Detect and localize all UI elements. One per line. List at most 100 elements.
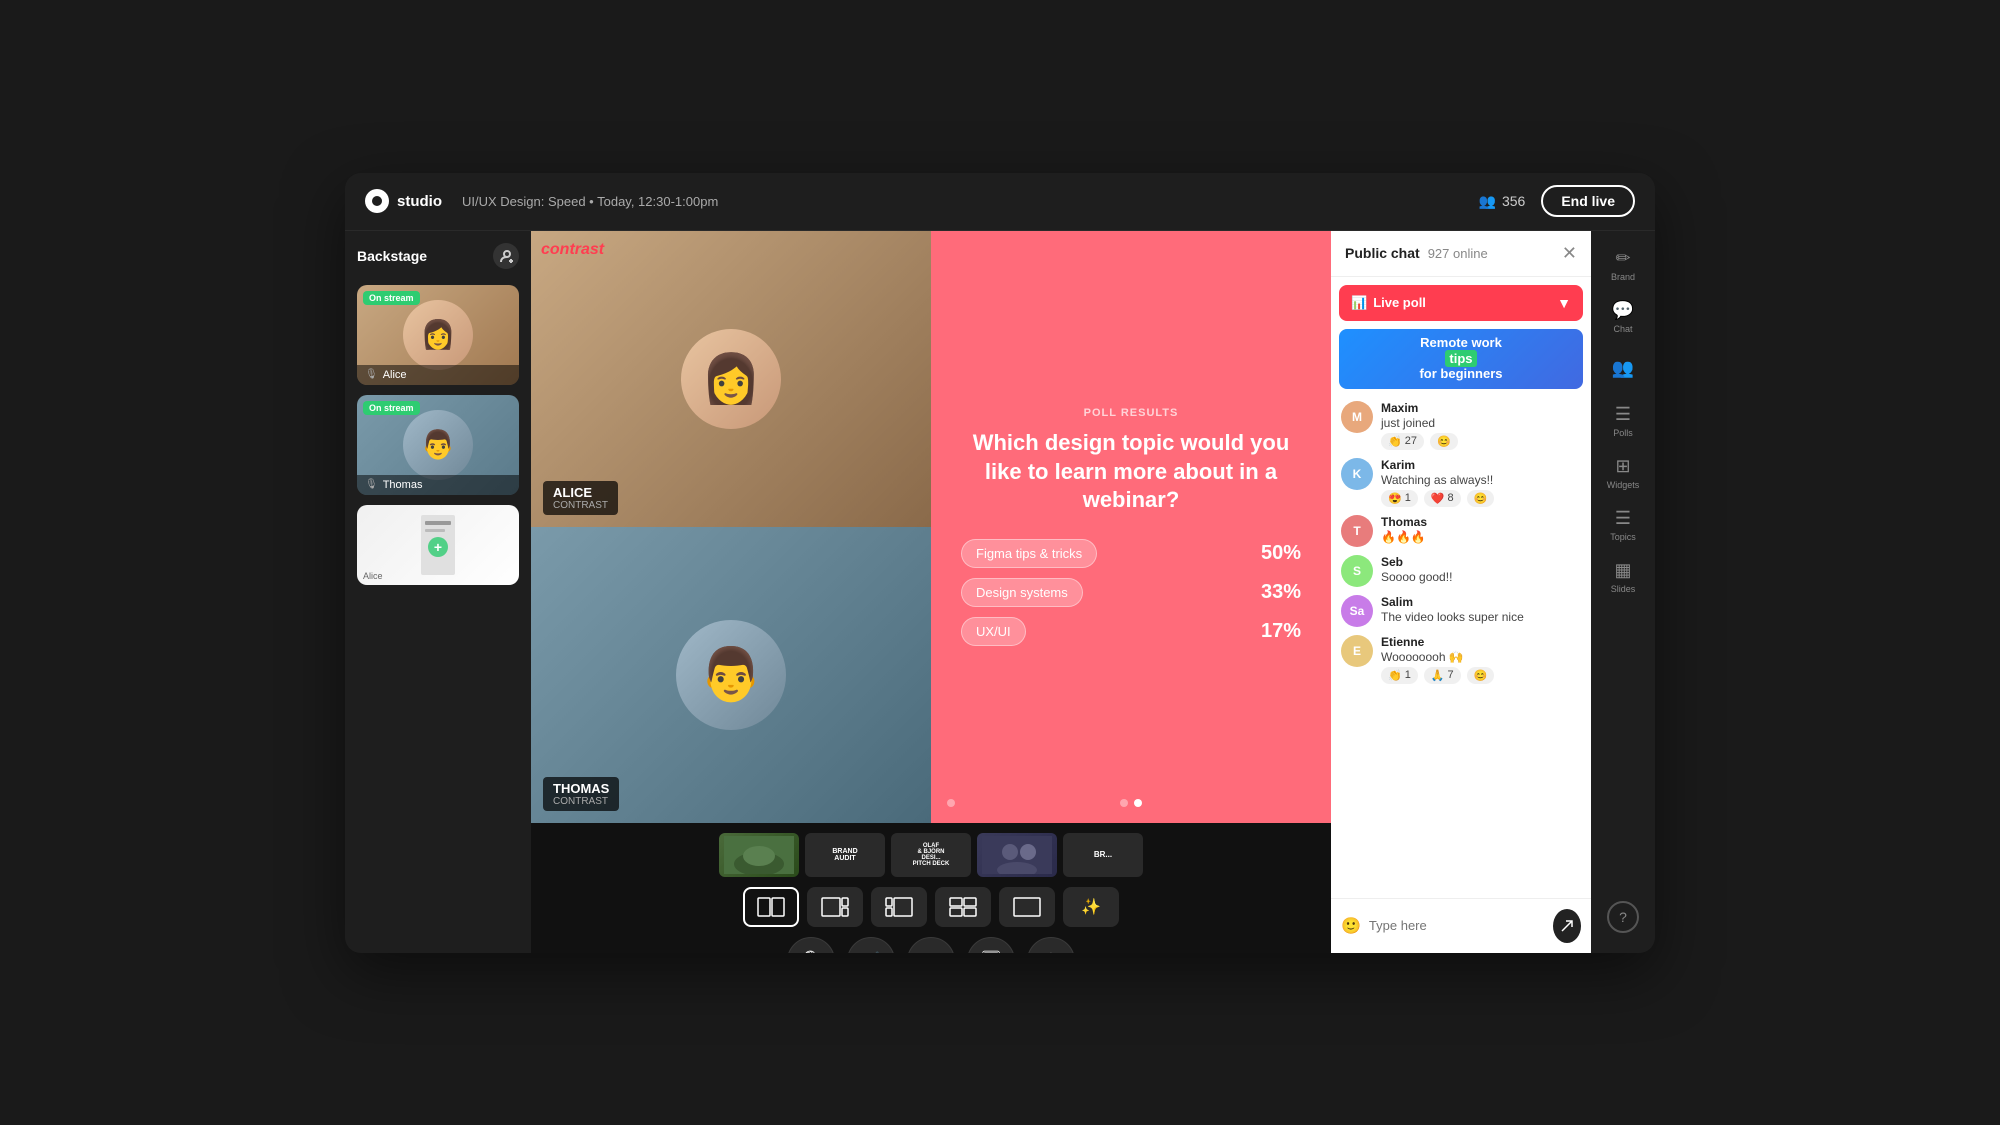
- poll-option-1: Design systems 33%: [961, 578, 1301, 607]
- msg-text-salim: The video looks super nice: [1381, 610, 1581, 624]
- msg-text-etienne: Woooooooh 🙌: [1381, 650, 1581, 664]
- msg-text-karim: Watching as always!!: [1381, 473, 1581, 487]
- polls-icon: ☰: [1615, 404, 1631, 425]
- reaction-smile-karim[interactable]: 😊: [1467, 490, 1495, 507]
- chat-message-salim: Sa Salim The video looks super nice: [1341, 595, 1581, 627]
- settings-button[interactable]: ⚙: [1027, 937, 1075, 953]
- alice-name-label: Alice: [383, 369, 407, 381]
- sidebar-people-button[interactable]: 👥: [1599, 345, 1647, 393]
- sidebar-slides-button[interactable]: ▦ Slides: [1599, 553, 1647, 601]
- live-poll-bar[interactable]: 📊 Live poll ▼: [1339, 285, 1583, 321]
- thumb-pitch[interactable]: OLAF& BJÖRNDESI...PITCH DECK: [891, 833, 971, 877]
- poll-option-pct-2: 17%: [1261, 620, 1301, 643]
- reaction-pray-etienne[interactable]: 🙏 7: [1424, 667, 1461, 684]
- thomas-main-name: THOMAS: [553, 781, 609, 796]
- thomas-name-bar: 🎙 Thomas: [357, 475, 519, 495]
- reaction-clap-maxim[interactable]: 👏 27: [1381, 433, 1424, 450]
- chat-label: Chat: [1613, 324, 1632, 334]
- chat-close-button[interactable]: ✕: [1562, 243, 1577, 264]
- layout-single-button[interactable]: [999, 887, 1055, 927]
- chat-input[interactable]: [1369, 918, 1545, 933]
- layout-magic-button[interactable]: ✨: [1063, 887, 1119, 927]
- msg-content-salim: Salim The video looks super nice: [1381, 595, 1581, 627]
- poll-option-pct-0: 50%: [1261, 542, 1301, 565]
- topics-icon: ☰: [1615, 508, 1631, 529]
- chat-input-area: 🙂: [1331, 898, 1591, 953]
- promo-text: Remote work tips for beginners: [1419, 335, 1502, 382]
- avatar-thomas: T: [1341, 515, 1373, 547]
- persons-button[interactable]: 👥: [907, 937, 955, 953]
- msg-name-seb: Seb: [1381, 555, 1581, 569]
- reaction-smile-maxim[interactable]: 😊: [1430, 433, 1458, 450]
- mic-button[interactable]: 🎙: [787, 937, 835, 953]
- svg-text:+: +: [434, 539, 442, 555]
- thumb-brand-audit[interactable]: BRANDAUDIT: [805, 833, 885, 877]
- right-sidebar: ✏ Brand 💬 Chat 👥 ☰ Polls ⊞ Widgets ☰ Top…: [1591, 231, 1655, 953]
- msg-content-karim: Karim Watching as always!! 😍 1 ❤️ 8 😊: [1381, 458, 1581, 507]
- alice-main-brand: CONTRAST: [553, 500, 608, 511]
- poll-question: Which design topic would you like to lea…: [961, 429, 1301, 515]
- widgets-label: Widgets: [1607, 480, 1640, 490]
- chat-title: Public chat: [1345, 245, 1420, 261]
- help-area: ?: [1607, 901, 1639, 943]
- poll-option-label-0: Figma tips & tricks: [961, 539, 1097, 568]
- sidebar-edit-button[interactable]: ✏ Brand: [1599, 241, 1647, 289]
- send-button[interactable]: [1553, 909, 1581, 943]
- sidebar-polls-button[interactable]: ☰ Polls: [1599, 397, 1647, 445]
- msg-text-seb: Soooo good!!: [1381, 570, 1581, 584]
- camera-button[interactable]: 📹: [847, 937, 895, 953]
- reaction-heart-karim[interactable]: ❤️ 8: [1424, 490, 1461, 507]
- msg-content-maxim: Maxim just joined 👏 27 😊: [1381, 401, 1581, 450]
- alice-main-video: contrast 👩 ALICE CONTRAST: [531, 231, 931, 527]
- layout-grid-button[interactable]: [935, 887, 991, 927]
- promo-highlight: tips: [1445, 350, 1476, 367]
- video-feeds: contrast 👩 ALICE CONTRAST 👨: [531, 231, 931, 823]
- participant-card-alice[interactable]: 👩 On stream 🎙 Alice: [357, 285, 519, 385]
- sidebar-widgets-button[interactable]: ⊞ Widgets: [1599, 449, 1647, 497]
- backstage-title: Backstage: [357, 248, 427, 264]
- thumb-people[interactable]: [977, 833, 1057, 877]
- video-area: contrast 👩 ALICE CONTRAST 👨: [531, 231, 1331, 823]
- thomas-name-tag: THOMAS CONTRAST: [543, 777, 619, 811]
- avatar-salim: Sa: [1341, 595, 1373, 627]
- poll-option-2: UX/UI 17%: [961, 617, 1301, 646]
- chat-message-seb: S Seb Soooo good!!: [1341, 555, 1581, 587]
- msg-name-maxim: Maxim: [1381, 401, 1581, 415]
- dot-left: [947, 799, 955, 807]
- chat-message-thomas: T Thomas 🔥🔥🔥: [1341, 515, 1581, 547]
- layout-right-main-button[interactable]: [871, 887, 927, 927]
- sidebar-topics-button[interactable]: ☰ Topics: [1599, 501, 1647, 549]
- alice-name-tag: ALICE CONTRAST: [543, 481, 618, 515]
- dot-2: [1134, 799, 1142, 807]
- logo-area: studio: [365, 189, 442, 213]
- poll-option-label-2: UX/UI: [961, 617, 1026, 646]
- thomas-main-video: 👨 THOMAS CONTRAST: [531, 527, 931, 823]
- screen-share-button[interactable]: 🖥: [967, 937, 1015, 953]
- chat-message-etienne: E Etienne Woooooooh 🙌 👏 1 🙏 7 😊: [1341, 635, 1581, 684]
- layout-split-button[interactable]: [743, 887, 799, 927]
- layout-left-main-button[interactable]: [807, 887, 863, 927]
- avatar-maxim: M: [1341, 401, 1373, 433]
- msg-name-thomas: Thomas: [1381, 515, 1581, 529]
- msg-name-salim: Salim: [1381, 595, 1581, 609]
- reaction-smile-etienne[interactable]: 😊: [1467, 667, 1495, 684]
- thumb-nature[interactable]: [719, 833, 799, 877]
- backstage-header: Backstage: [357, 243, 519, 269]
- center-stage: contrast 👩 ALICE CONTRAST 👨: [531, 231, 1331, 953]
- thomas-main-brand: CONTRAST: [553, 796, 609, 807]
- chat-bubble-icon: 💬: [1612, 300, 1634, 321]
- end-live-button[interactable]: End live: [1541, 185, 1635, 217]
- slide-card-alice[interactable]: + Alice: [357, 505, 519, 585]
- reaction-heart-eyes-karim[interactable]: 😍 1: [1381, 490, 1418, 507]
- sidebar-chat-button[interactable]: 💬 Chat: [1599, 293, 1647, 341]
- thumb-partial[interactable]: BR...: [1063, 833, 1143, 877]
- header-right: 👥 356 End live: [1479, 185, 1635, 217]
- participant-card-thomas[interactable]: 👨 On stream 🎙 Thomas: [357, 395, 519, 495]
- logo-text: studio: [397, 193, 442, 210]
- live-poll-label-area: 📊 Live poll: [1351, 295, 1426, 311]
- layout-controls: ✨: [743, 887, 1119, 927]
- reaction-clap-etienne[interactable]: 👏 1: [1381, 667, 1418, 684]
- add-person-button[interactable]: [493, 243, 519, 269]
- mic-icon-alice: 🎙: [365, 369, 378, 380]
- help-button[interactable]: ?: [1607, 901, 1639, 933]
